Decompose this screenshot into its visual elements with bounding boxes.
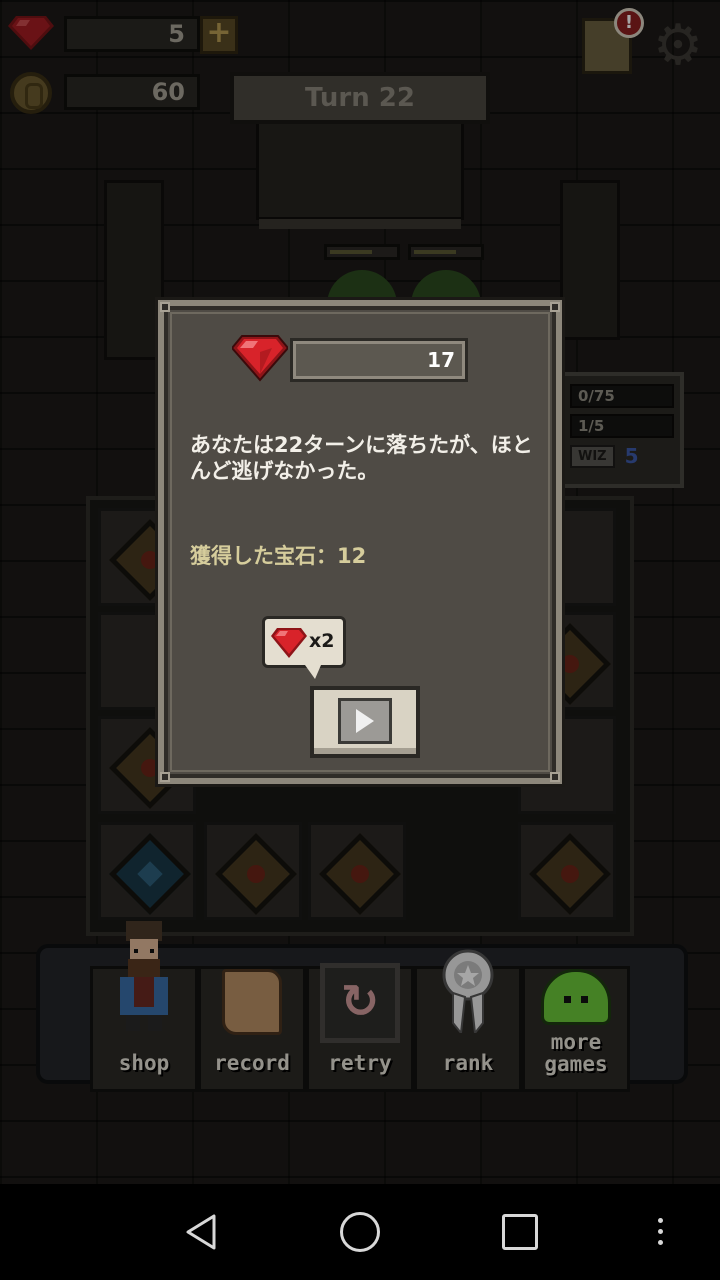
watch-video-button[interactable] — [310, 686, 420, 758]
bonus-multiplier: x2 — [309, 630, 335, 652]
gem-icon — [271, 628, 307, 658]
gem-total-value: 17 — [427, 348, 455, 372]
dialog-corner — [160, 302, 170, 312]
system-nav-bar — [0, 1184, 720, 1280]
result-dialog: 17 あなたは22ターンに落ちたが、ほとんど逃げなかった。 獲得した宝石：12 … — [158, 300, 562, 784]
dialog-corner — [160, 772, 170, 782]
gem-icon — [232, 335, 288, 382]
result-message: あなたは22ターンに落ちたが、ほとんど逃げなかった。 — [190, 433, 533, 483]
home-icon[interactable] — [340, 1212, 380, 1252]
double-gems-bubble: x2 — [262, 616, 346, 679]
dialog-corner — [550, 772, 560, 782]
gem-total-bar: 17 — [290, 338, 468, 382]
overflow-menu-icon[interactable] — [656, 1218, 664, 1248]
play-video-icon — [338, 698, 392, 744]
recent-apps-icon[interactable] — [502, 1214, 538, 1250]
gems-earned-text: 獲得した宝石：12 — [190, 544, 367, 568]
back-icon[interactable] — [182, 1212, 222, 1252]
dialog-corner — [550, 302, 560, 312]
game-screen: 5 + 60 Turn 22 ! ⚙ 0/75 1/5 WIZ 5 shop r… — [0, 0, 720, 1184]
